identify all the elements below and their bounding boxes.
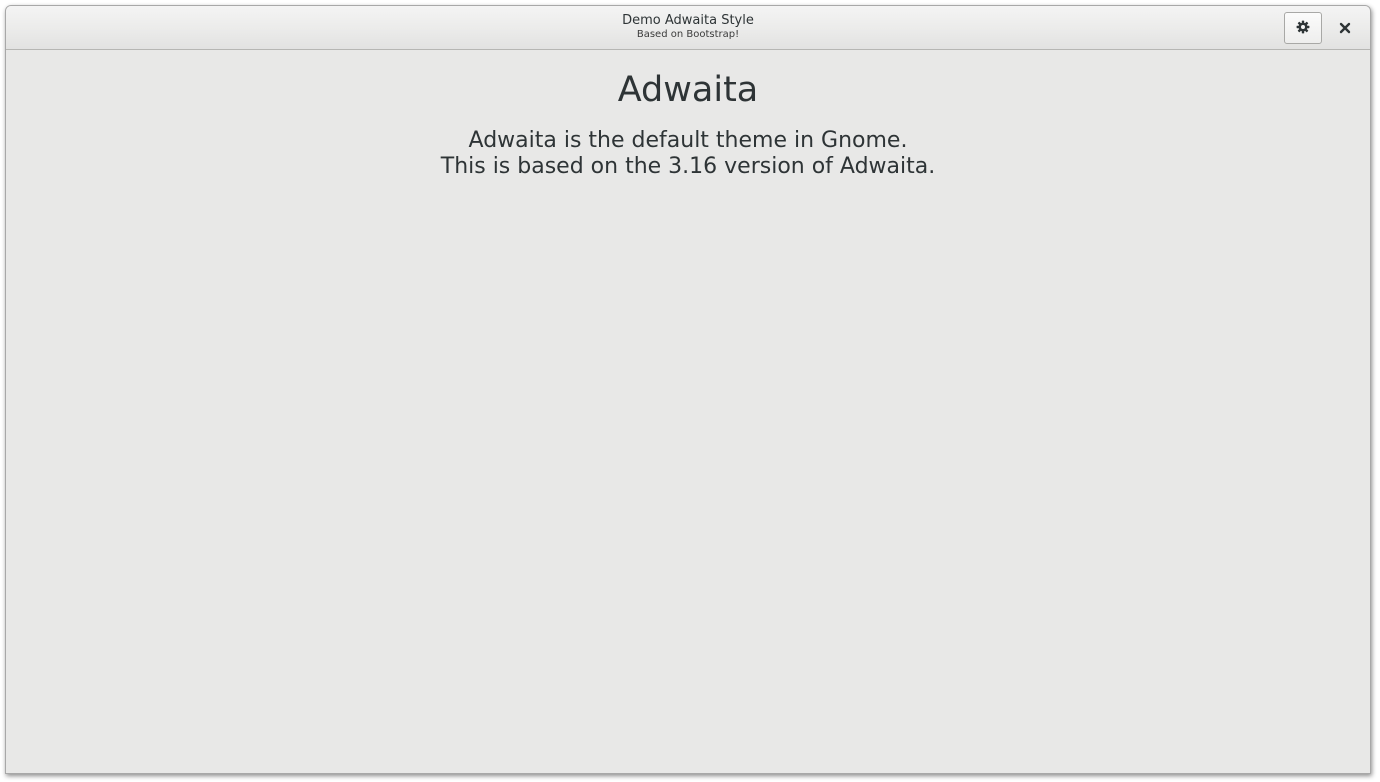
main-content: Adwaita Adwaita is the default theme in … [6,50,1370,773]
window-title: Demo Adwaita Style [622,13,754,28]
page-heading: Adwaita [617,70,759,110]
window-subtitle: Based on Bootstrap! [636,29,740,40]
header-bar[interactable]: Demo Adwaita Style Based on Bootstrap! [6,6,1370,50]
title-group: Demo Adwaita Style Based on Bootstrap! [6,14,1370,40]
app-window: Demo Adwaita Style Based on Bootstrap! A… [5,5,1371,774]
lead-line-2: This is based on the 3.16 version of Adw… [440,154,936,179]
lead-text: Adwaita is the default theme in Gnome. T… [6,128,1370,180]
lead-line-1: Adwaita is the default theme in Gnome. [468,128,908,153]
settings-button[interactable] [1284,12,1322,44]
close-icon [1339,19,1351,38]
close-button[interactable] [1332,15,1358,41]
gear-icon [1296,19,1310,38]
